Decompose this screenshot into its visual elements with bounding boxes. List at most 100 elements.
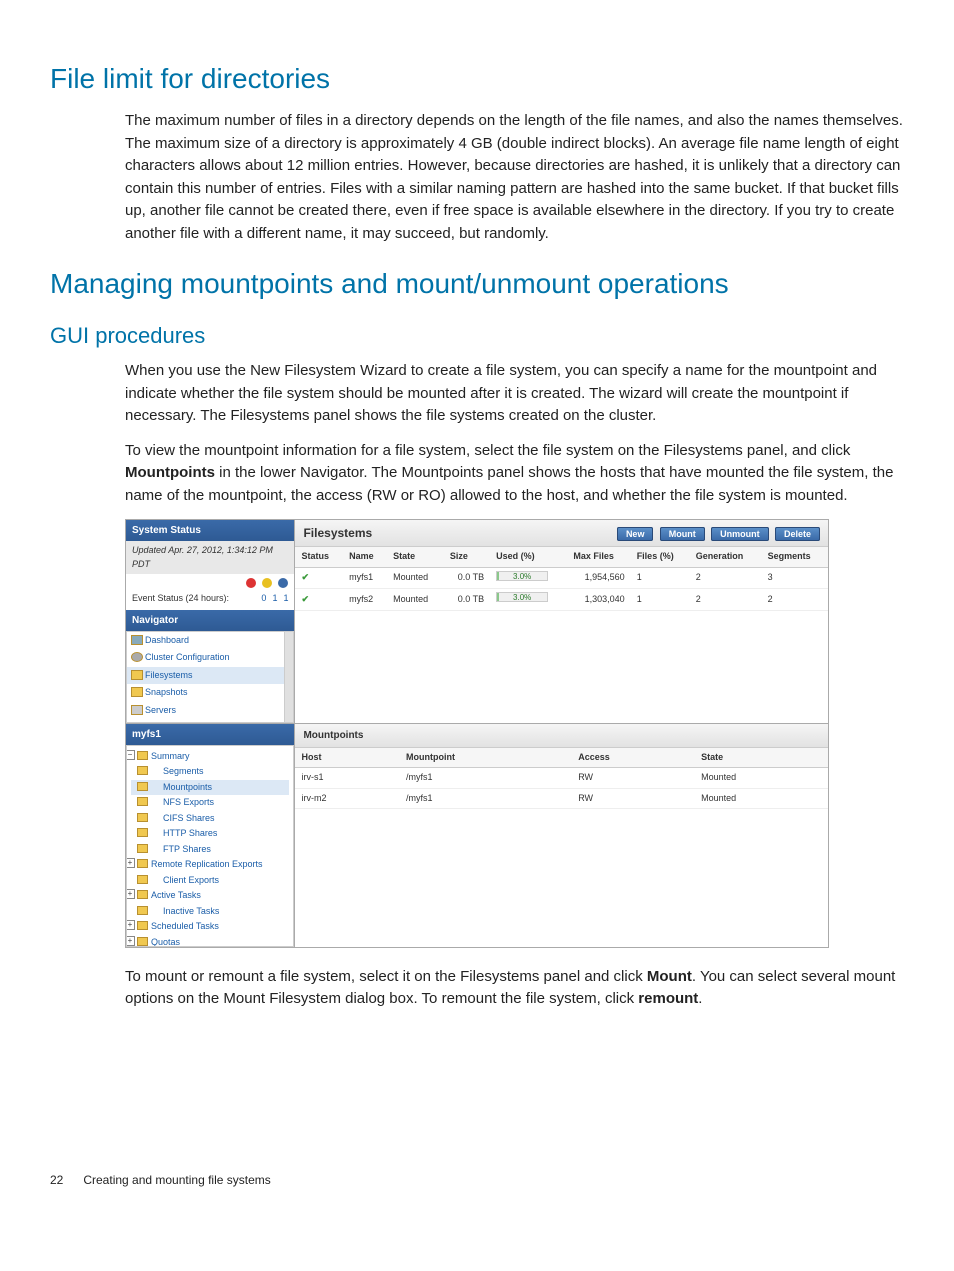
new-button[interactable]: New (617, 527, 654, 541)
cell: 1,303,040 (567, 589, 630, 611)
mp-col-mountpoint[interactable]: Mountpoint (400, 748, 572, 768)
nav-dashboard[interactable]: Dashboard (127, 632, 293, 650)
heading-file-limit: File limit for directories (50, 58, 904, 100)
cell: 0.0 TB (444, 567, 490, 589)
tree-ftp-shares[interactable]: FTP Shares (131, 842, 289, 858)
delete-button[interactable]: Delete (775, 527, 820, 541)
tree-quotas[interactable]: +Quotas (131, 935, 289, 947)
tree-active-tasks[interactable]: +Active Tasks (131, 888, 289, 904)
tree-inactive-tasks[interactable]: Inactive Tasks (131, 904, 289, 920)
fs-col-files[interactable]: Files (%) (631, 547, 690, 567)
mp-col-state[interactable]: State (695, 748, 828, 768)
event-count-warn[interactable]: 1 (272, 592, 277, 606)
nav-snapshots[interactable]: Snapshots (127, 684, 293, 702)
warning-icon (262, 578, 272, 588)
para-gui-1: When you use the New Filesystem Wizard t… (125, 360, 904, 428)
fs-col-status[interactable]: Status (295, 547, 343, 567)
cell: /myfs1 (400, 768, 572, 789)
page-footer: 22 Creating and mounting file systems (50, 1171, 904, 1189)
mountpoints-table[interactable]: Host Mountpoint Access State irv-s1 /myf… (295, 748, 828, 810)
fs-col-seg[interactable]: Segments (762, 547, 828, 567)
tree-remote-replication[interactable]: +Remote Replication Exports (131, 857, 289, 873)
cell: irv-m2 (295, 788, 400, 809)
mount-button[interactable]: Mount (660, 527, 705, 541)
para-file-limit: The maximum number of files in a directo… (125, 110, 904, 245)
event-status-row (126, 574, 294, 592)
page-number: 22 (50, 1171, 80, 1189)
mp-col-host[interactable]: Host (295, 748, 400, 768)
selected-fs-bar: myfs1 (126, 724, 294, 745)
heading-managing-mountpoints: Managing mountpoints and mount/unmount o… (50, 263, 904, 305)
cell: Mounted (387, 567, 444, 589)
filesystems-panel-header: Filesystems New Mount Unmount Delete (295, 520, 828, 547)
system-status-bar: System Status (126, 520, 294, 541)
fs-col-size[interactable]: Size (444, 547, 490, 567)
tree-segments[interactable]: Segments (131, 764, 289, 780)
tree-mountpoints[interactable]: Mountpoints (131, 780, 289, 796)
used-bar: 3.0% (496, 592, 548, 602)
unmount-button[interactable]: Unmount (711, 527, 769, 541)
fs-detail-tree[interactable]: −Summary Segments Mountpoints NFS Export… (126, 745, 294, 947)
tree-client-exports[interactable]: Client Exports (131, 873, 289, 889)
cell: myfs1 (343, 567, 387, 589)
nav-servers[interactable]: Servers (127, 702, 293, 720)
event-count-error[interactable]: 0 (261, 592, 266, 606)
filesystems-table[interactable]: Status Name State Size Used (%) Max File… (295, 547, 828, 611)
cell: 3 (762, 567, 828, 589)
heading-gui-procedures: GUI procedures (50, 319, 904, 352)
navigator-bar: Navigator (126, 610, 294, 631)
used-bar: 3.0% (496, 571, 548, 581)
updated-timestamp: Updated Apr. 27, 2012, 1:34:12 PM PDT (126, 541, 294, 574)
cell: 2 (762, 589, 828, 611)
nav-file-shares[interactable]: File Shares (127, 719, 293, 723)
cell: 0.0 TB (444, 589, 490, 611)
table-row[interactable]: ✔ myfs2 Mounted 0.0 TB 3.0% 1,303,040 1 … (295, 589, 828, 611)
text: in the lower Navigator. The Mountpoints … (125, 464, 893, 504)
table-row[interactable]: irv-s1 /myfs1 RW Mounted (295, 768, 828, 789)
fs-col-maxfiles[interactable]: Max Files (567, 547, 630, 567)
bold-remount: remount (638, 990, 698, 1007)
cell: Mounted (695, 788, 828, 809)
event-status-label: Event Status (24 hours): (132, 592, 229, 606)
mp-col-access[interactable]: Access (572, 748, 695, 768)
mountpoints-panel-header: Mountpoints (295, 724, 828, 748)
cell: Mounted (387, 589, 444, 611)
cell: 1 (631, 589, 690, 611)
filesystems-title: Filesystems (303, 524, 372, 542)
mountpoints-title: Mountpoints (303, 728, 363, 743)
status-ok-icon: ✔ (301, 572, 309, 582)
bold-mount: Mount (647, 968, 692, 985)
text: . (698, 990, 702, 1007)
tree-http-shares[interactable]: HTTP Shares (131, 826, 289, 842)
table-row[interactable]: ✔ myfs1 Mounted 0.0 TB 3.0% 1,954,560 1 … (295, 567, 828, 589)
cell: 1,954,560 (567, 567, 630, 589)
text: To view the mountpoint information for a… (125, 442, 850, 459)
info-icon (278, 578, 288, 588)
tree-summary[interactable]: −Summary (131, 749, 289, 765)
cell: RW (572, 788, 695, 809)
fs-col-used[interactable]: Used (%) (490, 547, 567, 567)
cell: myfs2 (343, 589, 387, 611)
tree-nfs-exports[interactable]: NFS Exports (131, 795, 289, 811)
table-row[interactable]: irv-m2 /myfs1 RW Mounted (295, 788, 828, 809)
fs-col-state[interactable]: State (387, 547, 444, 567)
fs-col-gen[interactable]: Generation (690, 547, 762, 567)
bold-mountpoints: Mountpoints (125, 464, 215, 481)
fs-col-name[interactable]: Name (343, 547, 387, 567)
tree-cifs-shares[interactable]: CIFS Shares (131, 811, 289, 827)
cell: 2 (690, 567, 762, 589)
text: To mount or remount a file system, selec… (125, 968, 647, 985)
navigator-list[interactable]: Dashboard Cluster Configuration Filesyst… (126, 631, 294, 723)
nav-cluster-config[interactable]: Cluster Configuration (127, 649, 293, 667)
cell: irv-s1 (295, 768, 400, 789)
nav-filesystems[interactable]: Filesystems (127, 667, 293, 685)
error-icon (246, 578, 256, 588)
para-gui-2: To view the mountpoint information for a… (125, 440, 904, 508)
para-mount-instructions: To mount or remount a file system, selec… (125, 966, 904, 1011)
tree-scheduled-tasks[interactable]: +Scheduled Tasks (131, 919, 289, 935)
cell: 2 (690, 589, 762, 611)
cell: RW (572, 768, 695, 789)
status-ok-icon: ✔ (301, 594, 309, 604)
cell: 1 (631, 567, 690, 589)
event-count-info[interactable]: 1 (283, 592, 288, 606)
